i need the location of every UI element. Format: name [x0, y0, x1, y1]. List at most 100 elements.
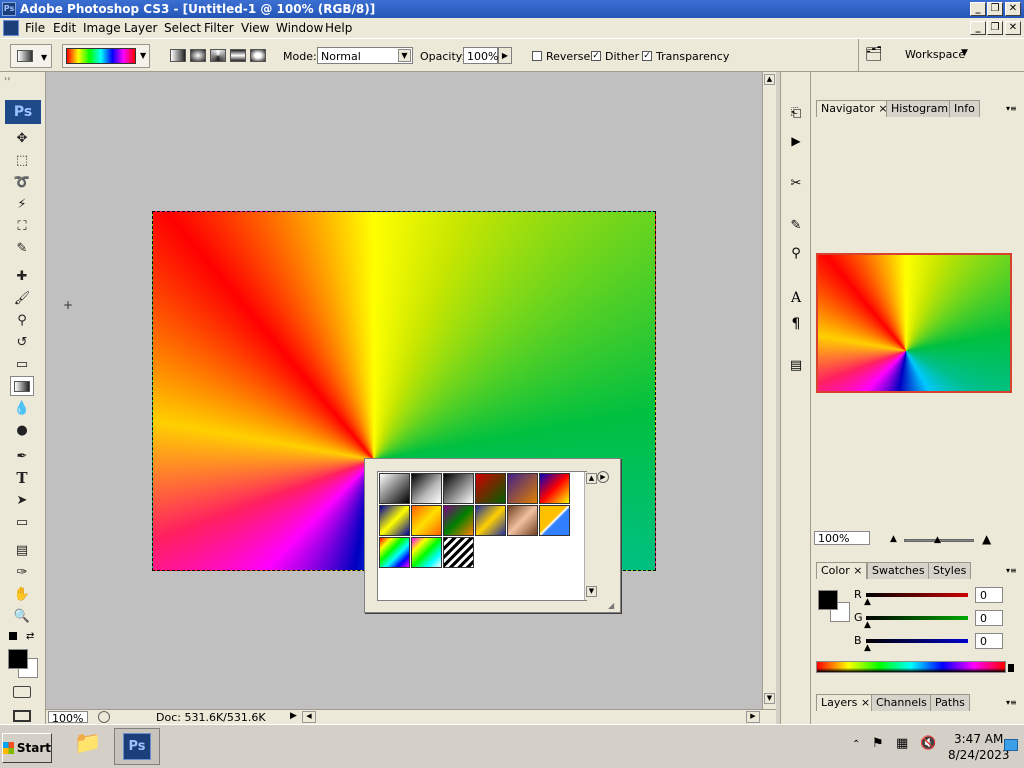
ps-logo[interactable]: Ps: [5, 100, 41, 124]
photoshop-taskbar-button[interactable]: Ps: [114, 728, 160, 765]
scroll-down-arrow-icon[interactable]: ▼: [586, 586, 597, 597]
tab-swatches[interactable]: Swatches: [867, 562, 930, 579]
menu-edit[interactable]: Edit: [53, 21, 76, 35]
tab-channels[interactable]: Channels: [871, 694, 932, 711]
doc-close-button[interactable]: ✕: [1005, 21, 1021, 35]
scroll-right-arrow-icon[interactable]: ▶: [746, 711, 760, 723]
gradient-swatch-transparent-rainbow[interactable]: [411, 537, 442, 568]
restore-button[interactable]: ❐: [987, 2, 1003, 16]
gradient-swatch-blue-yellow-blue[interactable]: [379, 505, 410, 536]
slider-thumb[interactable]: ▲: [864, 620, 871, 630]
paragraph-panel-icon[interactable]: ¶: [785, 316, 807, 336]
color-spectrum-bar[interactable]: [816, 661, 1006, 673]
gradient-swatch-chrome[interactable]: [539, 505, 570, 536]
magic-wand-tool-icon[interactable]: ⚡: [10, 194, 34, 214]
gradient-swatch-fg-transparent[interactable]: [411, 473, 442, 504]
minimize-button[interactable]: _: [970, 2, 986, 16]
radial-gradient-icon[interactable]: [190, 49, 206, 62]
panel-collapse-icon[interactable]: ››: [4, 74, 34, 83]
scroll-down-arrow-icon[interactable]: ▼: [764, 693, 775, 704]
menu-layer[interactable]: Layer: [124, 21, 157, 35]
show-hidden-icons-icon[interactable]: ⌃: [852, 739, 860, 750]
tab-histogram[interactable]: Histogram: [886, 100, 954, 117]
character-panel-icon[interactable]: A: [785, 290, 807, 310]
hand-tool-icon[interactable]: ✋: [10, 584, 34, 604]
layer-comps-panel-icon[interactable]: ▤: [785, 358, 807, 378]
tab-info[interactable]: Info: [949, 100, 980, 117]
type-tool-icon[interactable]: T: [10, 468, 34, 488]
panel-menu-icon[interactable]: ▾≡: [1006, 104, 1017, 113]
resize-grip-icon[interactable]: ◢: [608, 601, 618, 611]
doc-restore-button[interactable]: ❐: [987, 21, 1003, 35]
navigator-thumbnail[interactable]: [816, 253, 1012, 393]
eyedropper-tool-icon[interactable]: ✎: [10, 238, 34, 258]
zoom-in-icon[interactable]: ▲: [982, 532, 991, 546]
path-selection-tool-icon[interactable]: ➤: [10, 490, 34, 510]
move-tool-icon[interactable]: ✥: [10, 128, 34, 148]
menu-filter[interactable]: Filter: [204, 21, 234, 35]
pen-tool-icon[interactable]: ✒: [10, 446, 34, 466]
workspace-button[interactable]: Workspace: [905, 48, 965, 61]
rectangle-tool-icon[interactable]: ▭: [10, 512, 34, 532]
start-button[interactable]: Start: [2, 733, 52, 763]
document-icon[interactable]: [3, 20, 19, 36]
close-icon[interactable]: ×: [853, 564, 862, 577]
dodge-tool-icon[interactable]: ●: [10, 420, 34, 440]
zoom-out-icon[interactable]: ▲: [890, 534, 897, 544]
gradient-swatch-orange-yellow-orange[interactable]: [411, 505, 442, 536]
eraser-tool-icon[interactable]: ▭: [10, 354, 34, 374]
gradient-swatch-blue-red-yellow[interactable]: [539, 473, 570, 504]
scroll-up-arrow-icon[interactable]: ▲: [586, 473, 597, 484]
transparency-checkbox[interactable]: ✓: [642, 51, 652, 61]
zoom-tool-icon[interactable]: 🔍: [10, 606, 34, 626]
blur-tool-icon[interactable]: 💧: [10, 398, 34, 418]
gradient-swatch-red-green[interactable]: [475, 473, 506, 504]
screen-mode-icon[interactable]: [13, 710, 31, 722]
reflected-gradient-icon[interactable]: [230, 49, 246, 62]
crop-tool-icon[interactable]: ⛶: [10, 216, 34, 236]
volume-muted-icon[interactable]: 🔇: [920, 736, 936, 751]
tab-styles[interactable]: Styles: [928, 562, 972, 579]
clone-source-panel-icon[interactable]: ⚲: [785, 246, 807, 266]
marquee-tool-icon[interactable]: ⬚: [10, 150, 34, 170]
gradient-tool-icon[interactable]: [10, 376, 34, 396]
picker-menu-arrow-icon[interactable]: ▶: [597, 471, 609, 483]
picker-scrollbar[interactable]: ▲ ▼: [584, 472, 598, 600]
brush-tool-icon[interactable]: 🖌: [10, 288, 34, 308]
actions-panel-icon[interactable]: ▶: [785, 134, 807, 154]
black-swatch[interactable]: [1008, 664, 1014, 672]
tab-navigator[interactable]: Navigator ×: [816, 100, 893, 117]
panel-menu-icon[interactable]: ▾≡: [1006, 566, 1017, 575]
brushes-panel-icon[interactable]: ✎: [785, 218, 807, 238]
gradient-swatch-copper[interactable]: [507, 505, 538, 536]
zoom-level-field[interactable]: 100%: [48, 711, 88, 725]
slider-thumb[interactable]: ▲: [864, 597, 871, 607]
eyedropper-sample-tool-icon[interactable]: ✑: [10, 562, 34, 582]
close-button[interactable]: ✕: [1005, 2, 1021, 16]
slider-thumb[interactable]: ▲: [864, 643, 871, 653]
clock-time[interactable]: 3:47 AM: [954, 732, 1003, 746]
lasso-tool-icon[interactable]: ➰: [10, 172, 34, 192]
slider-thumb[interactable]: ▲: [934, 535, 941, 545]
green-value-input[interactable]: 0: [975, 610, 1003, 626]
tool-preset-picker[interactable]: ▼: [10, 44, 52, 68]
menu-image[interactable]: Image: [83, 21, 121, 35]
tab-color[interactable]: Color ×: [816, 562, 868, 579]
gradient-swatch-fg-bg[interactable]: [379, 473, 410, 504]
menu-help[interactable]: Help: [325, 21, 352, 35]
network-icon[interactable]: ▦: [896, 736, 908, 751]
healing-brush-tool-icon[interactable]: ✚: [10, 266, 34, 286]
green-channel-slider[interactable]: [866, 616, 968, 620]
red-value-input[interactable]: 0: [975, 587, 1003, 603]
angle-gradient-icon[interactable]: [210, 49, 226, 62]
status-menu-arrow-icon[interactable]: ▶: [290, 711, 297, 721]
default-colors-icon[interactable]: [9, 632, 17, 640]
tab-layers[interactable]: Layers ×: [816, 694, 876, 711]
navigator-zoom-field[interactable]: 100%: [814, 531, 870, 545]
clock-date[interactable]: 8/24/2023: [948, 748, 1010, 762]
history-panel-icon[interactable]: ⎗: [785, 106, 807, 126]
menu-view[interactable]: View: [241, 21, 269, 35]
menu-file[interactable]: File: [25, 21, 45, 35]
mode-select[interactable]: Normal ▼: [317, 47, 413, 64]
gradient-swatch-black-white[interactable]: [443, 473, 474, 504]
